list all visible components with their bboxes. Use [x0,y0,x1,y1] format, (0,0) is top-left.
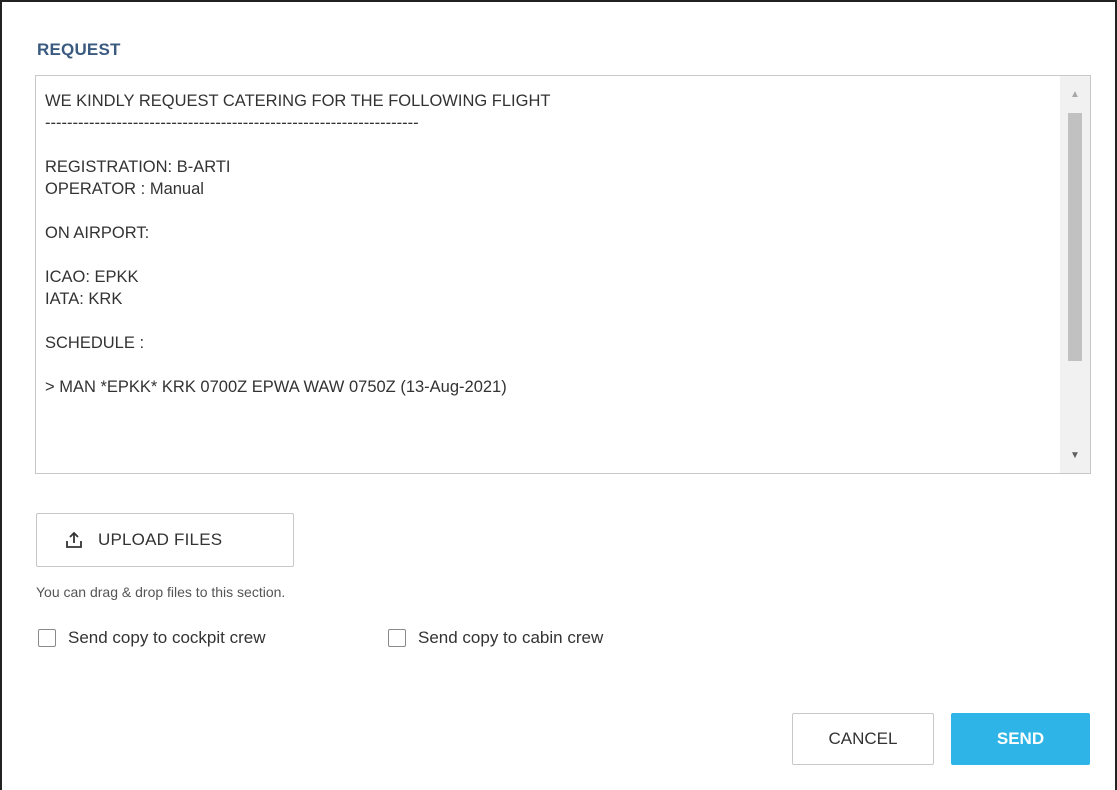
upload-files-label: UPLOAD FILES [98,530,223,549]
request-text[interactable]: WE KINDLY REQUEST CATERING FOR THE FOLLO… [45,90,1045,398]
upload-icon [64,530,84,550]
send-button[interactable]: SEND [951,713,1090,765]
cockpit-crew-option[interactable]: Send copy to cockpit crew [38,628,265,648]
cabin-crew-checkbox[interactable] [388,629,406,647]
cabin-crew-label[interactable]: Send copy to cabin crew [418,628,603,648]
scroll-down-arrow-icon[interactable]: ▼ [1060,440,1090,470]
upload-files-button[interactable]: UPLOAD FILES [36,513,294,567]
scroll-up-arrow-icon[interactable]: ▲ [1060,79,1090,109]
request-dialog: REQUEST WE KINDLY REQUEST CATERING FOR T… [0,0,1117,790]
cabin-crew-option[interactable]: Send copy to cabin crew [388,628,603,648]
drag-drop-hint: You can drag & drop files to this sectio… [36,584,286,600]
vertical-scrollbar[interactable]: ▲ ▼ [1060,76,1090,473]
cockpit-crew-label[interactable]: Send copy to cockpit crew [68,628,265,648]
section-title: REQUEST [37,40,121,59]
scroll-thumb[interactable] [1068,113,1082,361]
request-textarea[interactable]: WE KINDLY REQUEST CATERING FOR THE FOLLO… [35,75,1091,474]
cancel-button[interactable]: CANCEL [792,713,934,765]
cockpit-crew-checkbox[interactable] [38,629,56,647]
